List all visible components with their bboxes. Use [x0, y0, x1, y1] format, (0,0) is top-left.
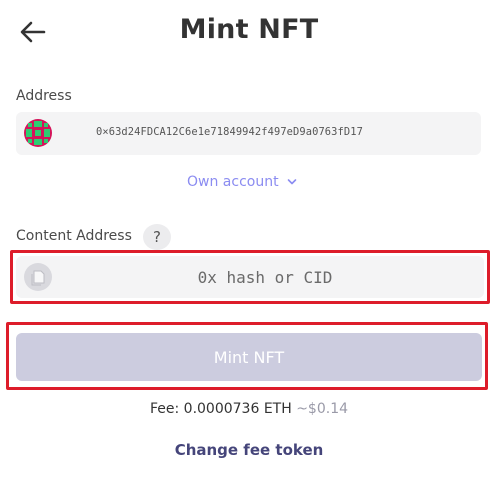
content-address-field	[16, 256, 484, 298]
address-value: 0×63d24FDCA12C6e1e71849942f497eD9a0763fD…	[96, 126, 363, 138]
fee-info: Fee: 0.0000736 ETH ~$0.14	[0, 401, 498, 417]
document-icon	[24, 263, 52, 291]
address-label: Address	[16, 88, 72, 104]
own-account-label: Own account	[187, 174, 279, 190]
content-address-input[interactable]	[60, 256, 470, 298]
chevron-down-icon	[287, 179, 296, 185]
fee-amount: 0.0000736 ETH	[183, 401, 292, 417]
help-icon[interactable]: ?	[143, 224, 171, 250]
identicon-avatar	[24, 119, 52, 147]
fee-prefix: Fee:	[149, 401, 180, 417]
fee-usd: ~$0.14	[296, 401, 349, 417]
change-fee-token-link[interactable]: Change fee token	[0, 441, 498, 459]
content-address-label: Content Address	[16, 228, 132, 244]
address-field: 0×63d24FDCA12C6e1e71849942f497eD9a0763fD…	[16, 112, 481, 155]
page-title: Mint NFT	[179, 14, 319, 45]
own-account-dropdown[interactable]: Own account	[187, 174, 297, 190]
mint-nft-button[interactable]: Mint NFT	[16, 333, 482, 381]
